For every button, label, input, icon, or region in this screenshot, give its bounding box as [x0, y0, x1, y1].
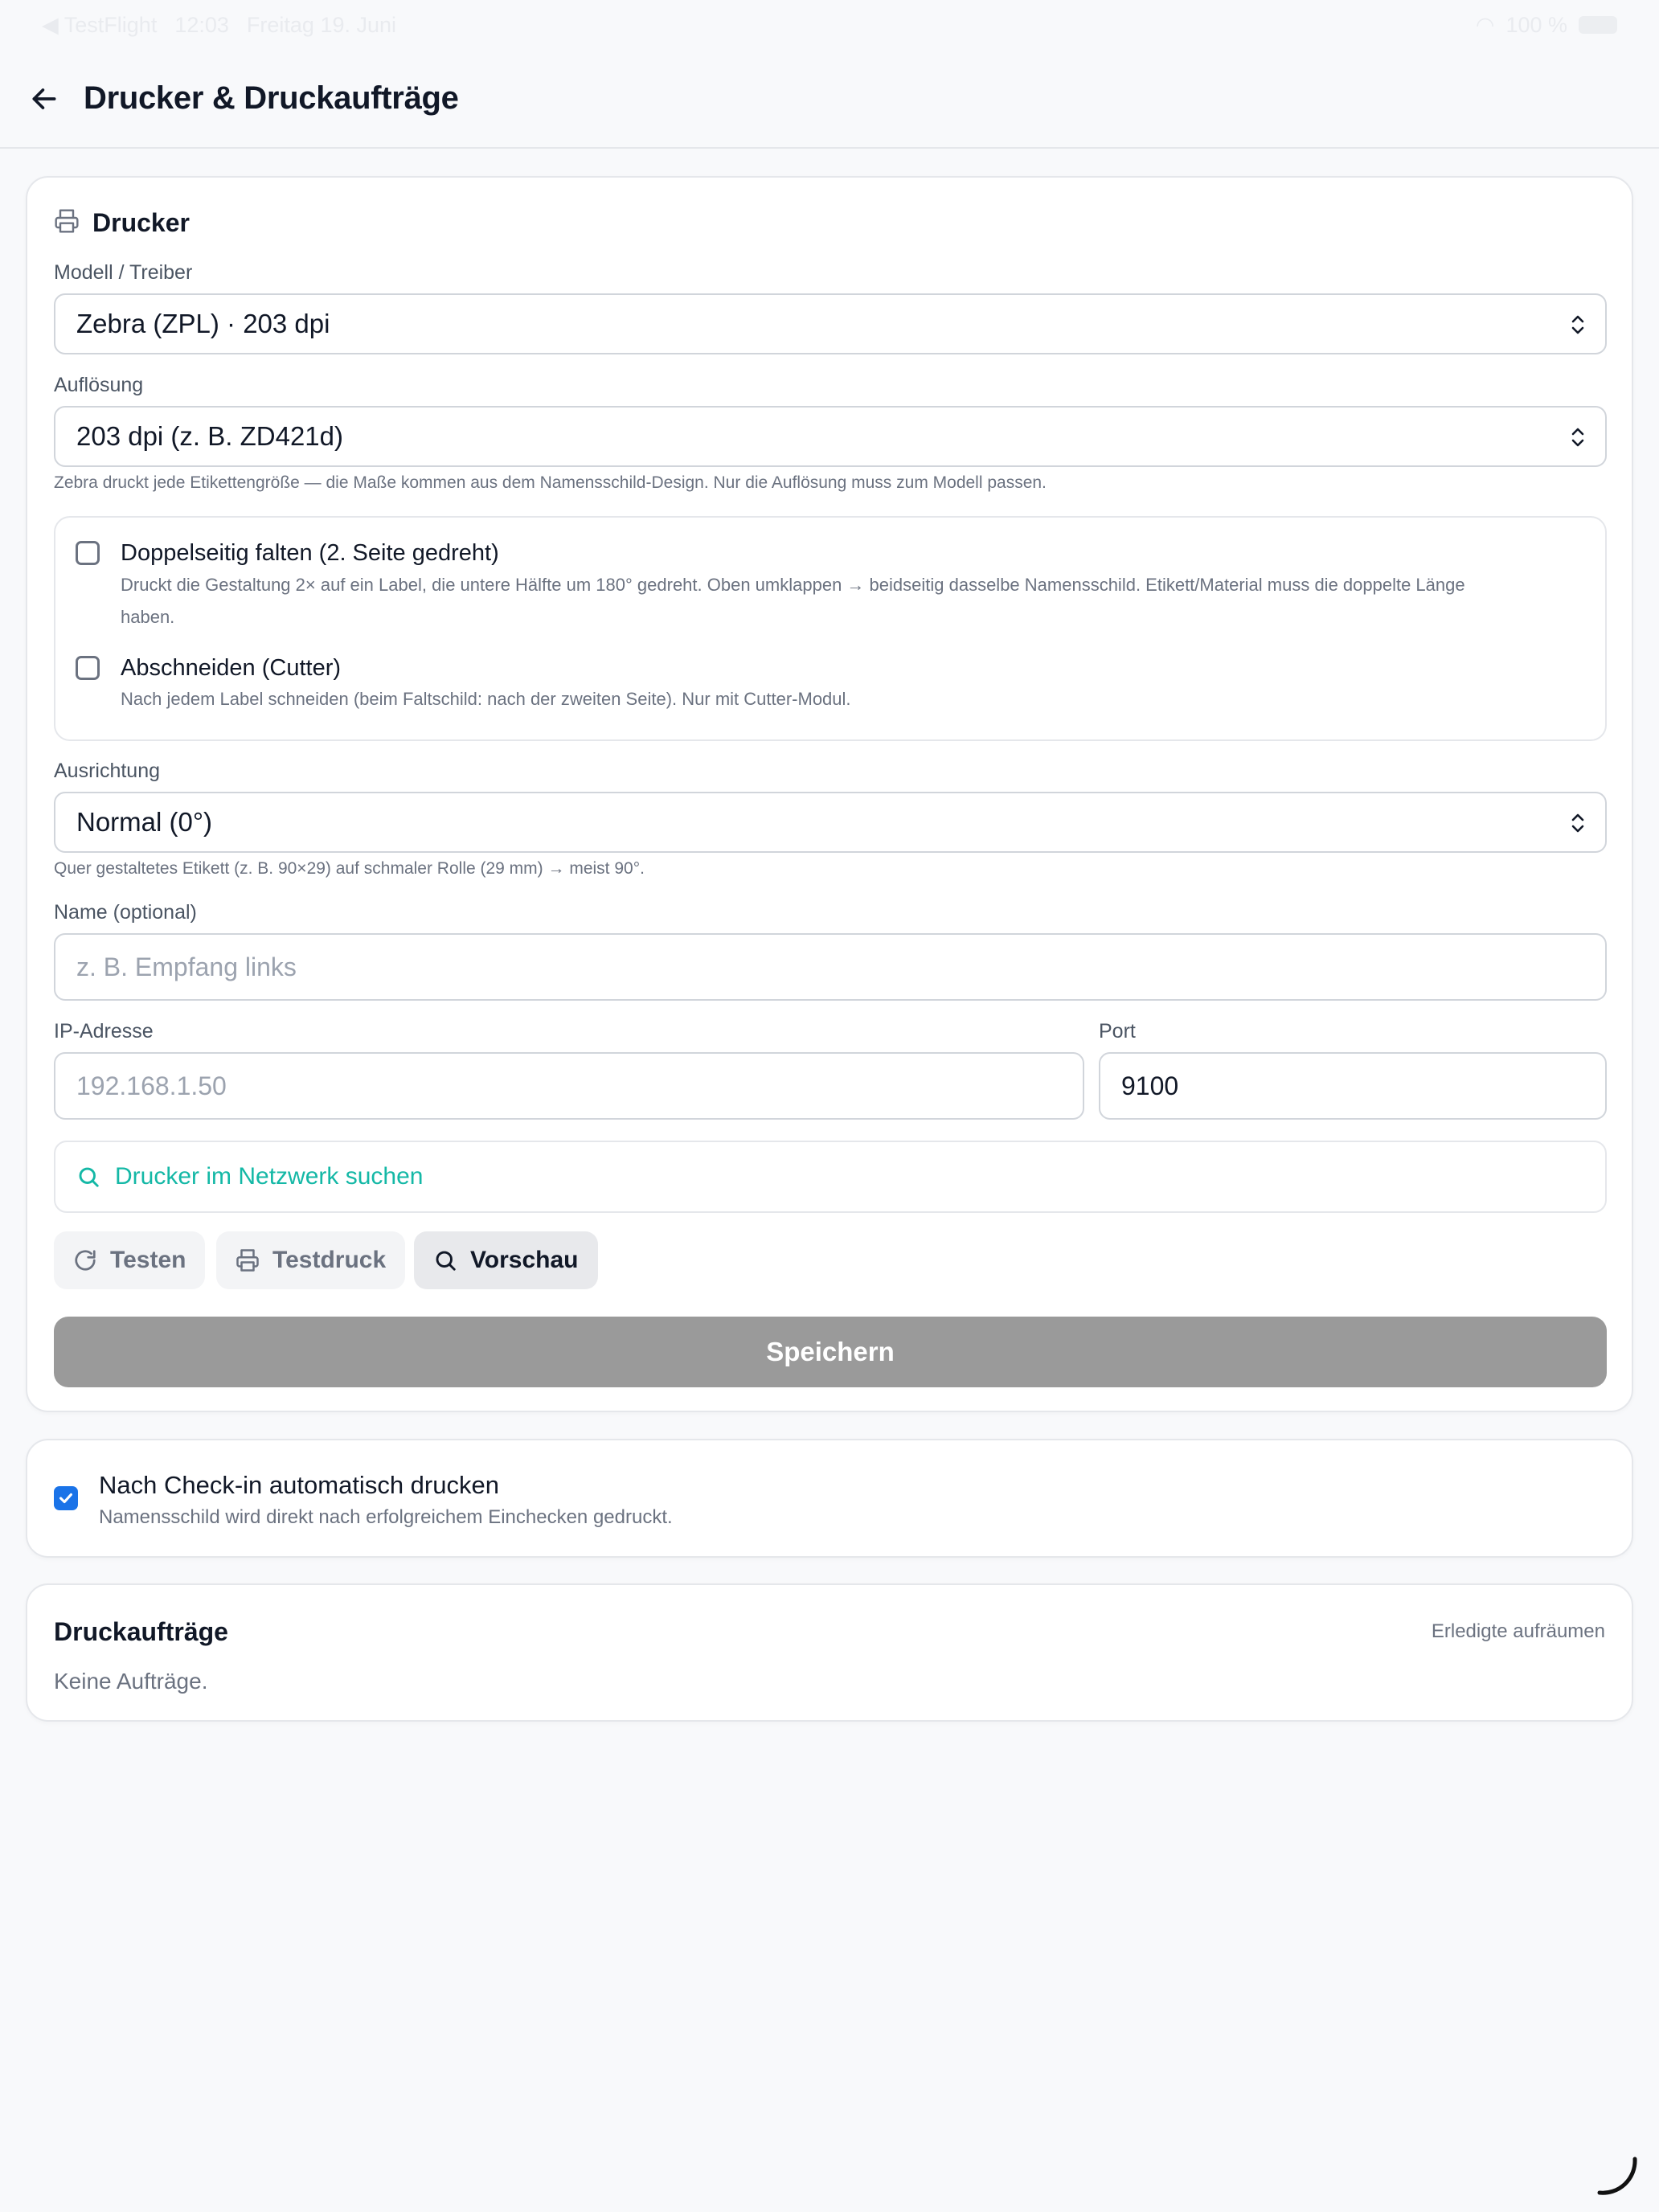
testprint-button-label: Testdruck [272, 1247, 387, 1273]
network-search-button[interactable]: Drucker im Netzwerk suchen [54, 1141, 1607, 1213]
battery-percent: 100 % [1505, 12, 1567, 37]
name-label: Name (optional) [54, 901, 197, 924]
back-arrow-icon[interactable] [27, 82, 61, 116]
app-header: Drucker & Druckaufträge [0, 50, 1659, 149]
orientation-select-value: Normal (0°) [76, 807, 213, 837]
resolution-select-value: 203 dpi (z. B. ZD421d) [76, 421, 343, 451]
model-select[interactable]: Zebra (ZPL) · 203 dpi [54, 293, 1607, 354]
refresh-icon [75, 1250, 96, 1271]
fold-duplex-desc-1: Druckt die Gestaltung 2× auf ein Label, … [121, 575, 1465, 595]
autoprint-desc: Namensschild wird direkt nach erfolgreic… [99, 1506, 673, 1528]
select-chevron-icon [1571, 428, 1584, 447]
resolution-select[interactable]: 203 dpi (z. B. ZD421d) [54, 406, 1607, 467]
printer-icon [54, 208, 80, 238]
port-label: Port [1099, 1020, 1136, 1043]
fold-duplex-desc-2: haben. [121, 607, 175, 627]
page-title: Drucker & Druckaufträge [84, 80, 459, 116]
print-jobs-card: Druckaufträge Erledigte aufräumen Keine … [26, 1583, 1633, 1722]
printer-section-title: Drucker [92, 208, 190, 237]
orientation-label: Ausrichtung [54, 760, 161, 782]
model-select-value: Zebra (ZPL) · 203 dpi [76, 309, 330, 338]
battery-icon [1579, 16, 1617, 34]
checkmark-icon [59, 1493, 72, 1504]
printer-card: Drucker Modell / Treiber Zebra (ZPL) · 2… [26, 176, 1633, 1412]
back-to-app-link[interactable]: ◀ TestFlight [42, 13, 157, 38]
test-button-label: Testen [110, 1247, 186, 1273]
fold-duplex-title: Doppelseitig falten (2. Seite gedreht) [121, 540, 499, 566]
clear-finished-link[interactable]: Erledigte aufräumen [1432, 1620, 1605, 1643]
save-button[interactable]: Speichern [54, 1317, 1607, 1387]
network-search-label: Drucker im Netzwerk suchen [115, 1163, 424, 1190]
ip-address-placeholder: 192.168.1.50 [76, 1071, 227, 1100]
cutter-desc: Nach jedem Label schneiden (beim Faltsch… [121, 689, 851, 709]
orientation-hint: Quer gestaltetes Etikett (z. B. 90×29) a… [54, 859, 645, 878]
ip-address-input[interactable]: 192.168.1.50 [54, 1052, 1084, 1120]
print-options-box: Doppelseitig falten (2. Seite gedreht) D… [54, 516, 1607, 741]
model-label: Modell / Treiber [54, 261, 193, 284]
preview-button[interactable]: Vorschau [414, 1231, 598, 1289]
cutter-title: Abschneiden (Cutter) [121, 655, 342, 681]
loading-spinner-icon [1597, 2157, 1637, 2195]
port-value: 9100 [1121, 1071, 1179, 1100]
printer-name-input[interactable]: z. B. Empfang links [54, 933, 1607, 1001]
select-chevron-icon [1571, 813, 1584, 833]
printer-icon [236, 1249, 259, 1272]
status-bar: ◀ TestFlight 12:03 Freitag 19. Juni ◠ 10… [0, 0, 1659, 50]
resolution-label: Auflösung [54, 374, 144, 396]
port-input[interactable]: 9100 [1099, 1052, 1607, 1120]
status-date: Freitag 19. Juni [246, 12, 397, 37]
autoprint-checkbox[interactable] [54, 1486, 78, 1510]
search-icon [79, 1167, 99, 1187]
resolution-hint: Zebra druckt jede Etikettengröße — die M… [54, 473, 1047, 492]
printer-name-placeholder: z. B. Empfang links [76, 952, 297, 981]
no-jobs-text: Keine Aufträge. [54, 1669, 208, 1694]
autoprint-title: Nach Check-in automatisch drucken [99, 1471, 499, 1499]
testprint-button[interactable]: Testdruck [216, 1231, 406, 1289]
status-time: 12:03 [174, 12, 229, 37]
fold-duplex-checkbox[interactable] [76, 541, 100, 565]
orientation-select[interactable]: Normal (0°) [54, 792, 1607, 853]
autoprint-card: Nach Check-in automatisch drucken Namens… [26, 1439, 1633, 1558]
ip-label: IP-Adresse [54, 1020, 154, 1043]
preview-button-label: Vorschau [470, 1247, 579, 1273]
print-jobs-title: Druckaufträge [54, 1617, 228, 1646]
cutter-checkbox[interactable] [76, 656, 100, 680]
test-button[interactable]: Testen [54, 1231, 206, 1289]
wifi-icon: ◠ [1475, 12, 1495, 37]
select-chevron-icon [1571, 315, 1584, 334]
search-icon [436, 1251, 456, 1271]
